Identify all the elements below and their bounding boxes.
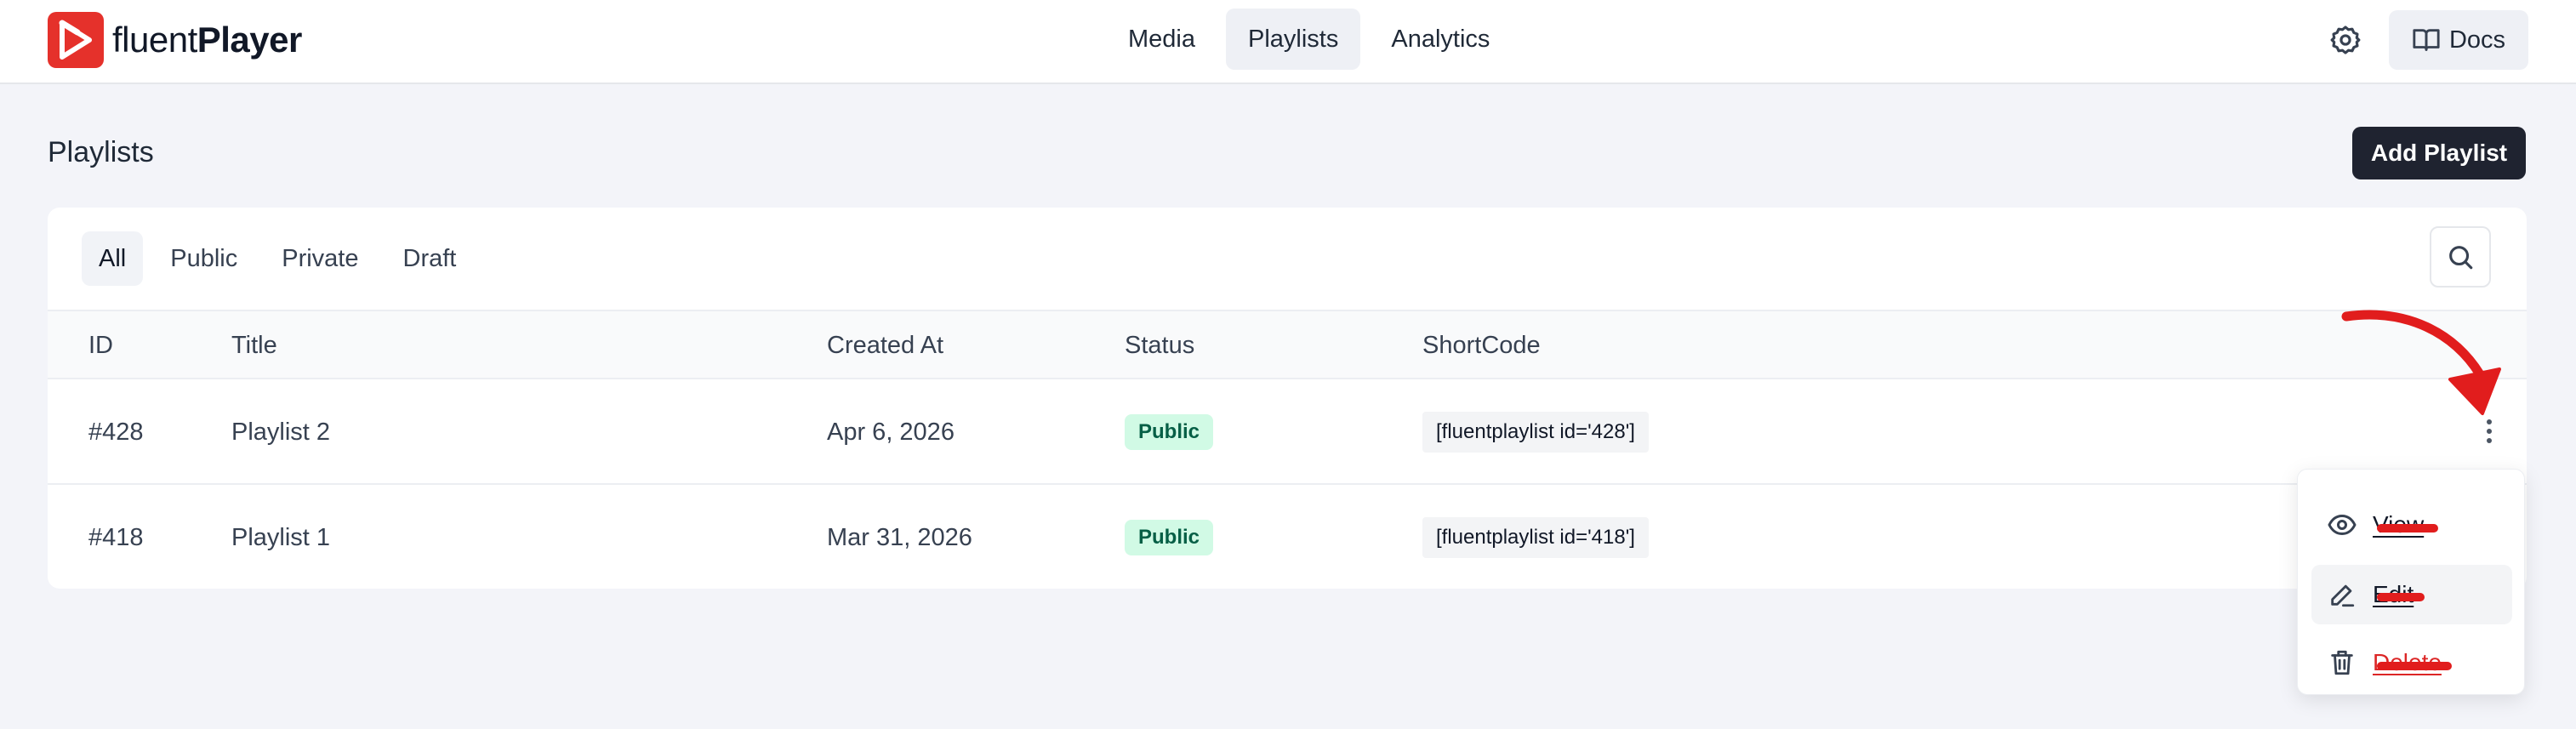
menu-caret (2476, 456, 2503, 470)
column-header-created-at[interactable]: Created At (827, 311, 943, 379)
column-header-id[interactable]: ID (88, 311, 113, 379)
cell-created-at: Apr 6, 2026 (827, 418, 955, 446)
column-header-title[interactable]: Title (231, 311, 277, 379)
filter-tab-all[interactable]: All (82, 231, 144, 286)
filter-tab-public[interactable]: Public (153, 231, 254, 286)
status-badge: Public (1125, 414, 1214, 450)
annotation-underline (2377, 593, 2425, 601)
annotation-underline (2377, 524, 2438, 533)
brand-name-bold: Player (197, 20, 303, 60)
main-nav: Media Playlists Analytics (1106, 9, 1512, 70)
logo-play-icon (48, 12, 104, 68)
status-badge: Public (1125, 520, 1214, 555)
table-row[interactable]: #428 Playlist 2 Apr 6, 2026 Public [flue… (48, 379, 2527, 485)
annotation-underline (2377, 662, 2452, 670)
filter-tab-draft[interactable]: Draft (386, 231, 474, 286)
book-icon (2413, 29, 2440, 51)
trash-icon (2323, 644, 2361, 681)
pencil-icon (2323, 576, 2361, 613)
cell-created-at: Mar 31, 2026 (827, 523, 972, 551)
cell-title[interactable]: Playlist 2 (231, 379, 330, 485)
cell-id: #418 (88, 523, 144, 551)
filter-tab-private[interactable]: Private (265, 231, 375, 286)
settings-button[interactable] (2316, 10, 2375, 70)
more-vertical-icon (2487, 419, 2492, 443)
brand-logo[interactable]: fluentPlayer (48, 12, 302, 68)
search-icon (2449, 246, 2473, 270)
row-actions-button[interactable] (2472, 410, 2506, 453)
nav-item-playlists[interactable]: Playlists (1226, 9, 1361, 70)
page-title: Playlists (48, 136, 154, 168)
column-header-shortcode[interactable]: ShortCode (1422, 311, 1541, 379)
docs-button[interactable]: Docs (2389, 10, 2528, 70)
shortcode-snippet[interactable]: [fluentplaylist id='428'] (1422, 412, 1649, 453)
table-row[interactable]: #418 Playlist 1 Mar 31, 2026 Public [flu… (48, 485, 2527, 589)
status-filter-tabs: All Public Private Draft (82, 231, 473, 286)
column-header-status[interactable]: Status (1125, 311, 1194, 379)
cell-title[interactable]: Playlist 1 (231, 485, 330, 589)
nav-item-media[interactable]: Media (1106, 9, 1217, 70)
add-playlist-button[interactable]: Add Playlist (2352, 127, 2526, 179)
nav-item-analytics[interactable]: Analytics (1369, 9, 1512, 70)
eye-icon (2323, 506, 2361, 544)
docs-label: Docs (2448, 26, 2506, 54)
brand-name-light: fluent (112, 20, 197, 60)
brand-name: fluentPlayer (112, 22, 302, 58)
gear-icon (2330, 26, 2361, 54)
top-navigation-bar: fluentPlayer Media Playlists Analytics D… (0, 0, 2576, 84)
cell-id: #428 (88, 418, 144, 446)
table-header: ID Title Created At Status ShortCode (48, 310, 2527, 379)
search-button[interactable] (2430, 226, 2491, 288)
playlists-card: All Public Private Draft ID Title Create… (48, 208, 2527, 589)
shortcode-snippet[interactable]: [fluentplaylist id='418'] (1422, 517, 1649, 558)
